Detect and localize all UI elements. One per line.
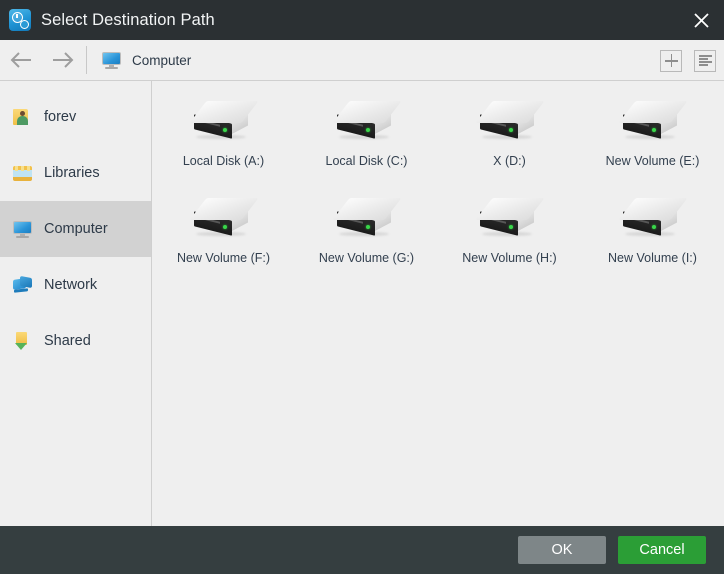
hard-drive-icon [474,192,545,248]
drive-item[interactable]: Local Disk (A:) [152,95,295,168]
hard-drive-icon [331,192,402,248]
forward-button[interactable] [42,40,84,80]
drive-label: New Volume (F:) [176,251,271,265]
hard-drive-icon [331,95,402,151]
drive-item[interactable]: New Volume (G:) [295,192,438,265]
sidebar-item-computer[interactable]: Computer [0,201,151,257]
drive-label: X (D:) [493,154,526,168]
close-icon[interactable] [678,0,724,40]
drive-item[interactable]: X (D:) [438,95,581,168]
drive-label: New Volume (H:) [462,251,557,265]
sidebar: forev Libraries Computer Network Shared [0,81,152,526]
list-view-icon[interactable] [694,49,716,72]
select-destination-path-dialog: Select Destination Path Computer forev L… [0,0,724,574]
dialog-body: forev Libraries Computer Network Shared … [0,81,724,526]
drive-item[interactable]: Local Disk (C:) [295,95,438,168]
user-folder-icon [12,106,34,128]
sidebar-item-shared[interactable]: Shared [0,313,151,369]
computer-monitor-icon [101,49,123,71]
file-area: Local Disk (A:) Local Disk (C:) X (D:) N… [152,81,724,526]
drive-item[interactable]: New Volume (H:) [438,192,581,265]
navigation-toolbar: Computer [0,40,724,81]
drive-label: Local Disk (A:) [182,154,265,168]
libraries-folder-icon [12,162,34,184]
shared-folder-icon [12,330,34,352]
drive-label: New Volume (E:) [605,154,700,168]
drive-label: New Volume (G:) [318,251,415,265]
breadcrumb[interactable]: Computer [93,49,191,71]
hard-drive-icon [188,95,259,151]
titlebar: Select Destination Path [0,0,724,40]
sidebar-item-label: forev [44,109,77,125]
drive-label: New Volume (I:) [608,251,697,265]
ok-button[interactable]: OK [518,536,606,564]
clock-gear-icon [9,9,31,31]
sidebar-item-label: Computer [44,221,108,237]
hard-drive-icon [188,192,259,248]
drive-item[interactable]: New Volume (F:) [152,192,295,265]
dialog-footer: OK Cancel [0,526,724,574]
sidebar-item-libraries[interactable]: Libraries [0,145,151,201]
sidebar-item-label: Shared [44,333,91,349]
drive-grid: Local Disk (A:) Local Disk (C:) X (D:) N… [152,95,724,265]
breadcrumb-label: Computer [132,52,192,68]
drive-item[interactable]: New Volume (E:) [581,95,724,168]
cancel-button[interactable]: Cancel [618,536,706,564]
sidebar-item-label: Libraries [44,165,100,181]
back-button[interactable] [0,40,42,80]
hard-drive-icon [617,95,688,151]
hard-drive-icon [617,192,688,248]
drive-item[interactable]: New Volume (I:) [581,192,724,265]
drive-label: Local Disk (C:) [325,154,408,168]
sidebar-item-forev[interactable]: forev [0,89,151,145]
sidebar-item-network[interactable]: Network [0,257,151,313]
window-title: Select Destination Path [41,10,215,29]
sidebar-item-label: Network [44,277,98,293]
computer-monitor-icon [12,218,34,240]
toolbar-actions [660,40,716,81]
network-icon [12,274,34,296]
plus-icon[interactable] [660,49,682,72]
toolbar-divider [86,46,87,74]
hard-drive-icon [474,95,545,151]
